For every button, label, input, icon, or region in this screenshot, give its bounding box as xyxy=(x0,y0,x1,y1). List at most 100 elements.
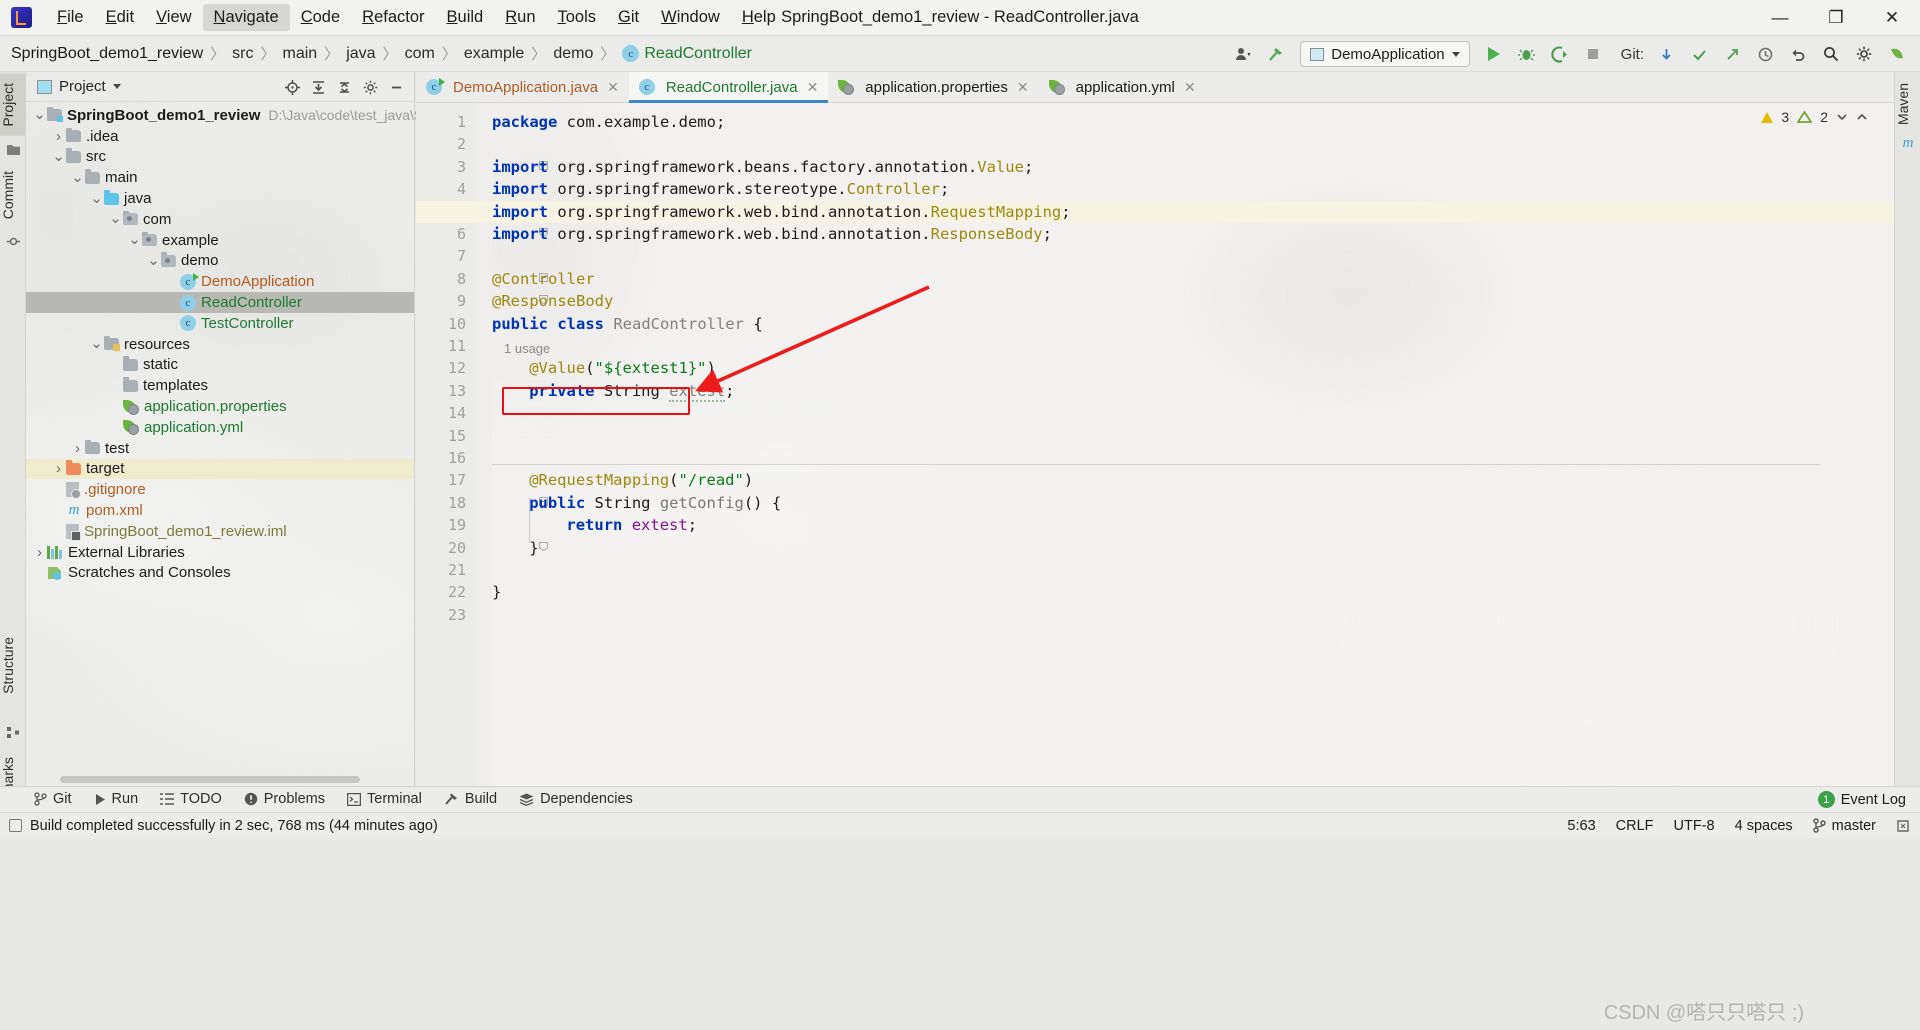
menu-item-run[interactable]: Run xyxy=(494,4,546,31)
breadcrumb-item-src[interactable]: src xyxy=(232,45,253,63)
code-line-5[interactable]: import org.springframework.web.bind.anno… xyxy=(492,201,1071,223)
tool-window-button-problems[interactable]: Problems xyxy=(244,791,325,807)
chevron-right-icon[interactable]: › xyxy=(51,461,66,476)
git-branch-widget[interactable]: master xyxy=(1812,818,1876,834)
breadcrumb-item-main[interactable]: main xyxy=(282,45,317,63)
tool-window-bar[interactable]: Git Run TODO Problems Terminal Build Dependenc… xyxy=(26,786,1920,812)
run-configuration-selector[interactable]: DemoApplication xyxy=(1300,41,1470,67)
git-push-icon[interactable] xyxy=(1717,40,1747,68)
tool-window-button-run[interactable]: Run xyxy=(94,791,138,807)
menu-item-file[interactable]: File xyxy=(46,4,95,31)
chevron-down-icon[interactable] xyxy=(1836,111,1848,123)
gear-icon[interactable] xyxy=(358,75,382,99)
tree-item-pom-xml[interactable]: m pom.xml xyxy=(26,500,414,521)
menu-item-window[interactable]: Window xyxy=(650,4,731,31)
tool-window-button-dependencies[interactable]: Dependencies xyxy=(519,791,633,807)
chevron-down-icon[interactable]: ⌄ xyxy=(32,107,47,122)
file-encoding[interactable]: UTF-8 xyxy=(1674,818,1715,834)
tool-window-button-build[interactable]: Build xyxy=(444,791,497,807)
breadcrumb-item-com[interactable]: com xyxy=(405,45,435,63)
expand-all-icon[interactable] xyxy=(306,75,330,99)
code-line-13[interactable]: private String extest; xyxy=(492,380,735,402)
tree-item-resources[interactable]: ⌄ resources xyxy=(26,334,414,355)
menu-item-git[interactable]: Git xyxy=(607,4,650,31)
locate-icon[interactable] xyxy=(280,75,304,99)
run-icon[interactable] xyxy=(1479,40,1509,68)
code-line-6[interactable]: import org.springframework.web.bind.anno… xyxy=(492,223,1052,245)
tree-item-readcontroller[interactable]: c ReadController xyxy=(26,292,414,313)
editor-tab-application-yml[interactable]: application.yml ✕ xyxy=(1039,72,1206,102)
menu-item-tools[interactable]: Tools xyxy=(547,4,608,31)
menu-item-view[interactable]: View xyxy=(145,4,202,31)
chevron-down-icon[interactable]: ⌄ xyxy=(89,336,104,351)
menu-item-refactor[interactable]: Refactor xyxy=(351,4,435,31)
tree-item-com[interactable]: ⌄ com xyxy=(26,209,414,230)
code-line-1[interactable]: package com.example.demo; xyxy=(492,111,725,133)
breadcrumb-item-readcontroller[interactable]: c ReadController xyxy=(622,45,752,63)
editor-tab-application-properties[interactable]: application.properties ✕ xyxy=(828,72,1038,102)
sidebar-item-commit[interactable]: Commit xyxy=(0,162,26,228)
code-line-4[interactable]: import org.springframework.stereotype.Co… xyxy=(492,178,949,200)
tree-item-demo[interactable]: ⌄ demo xyxy=(26,251,414,272)
tree-item-springboot-demo1-review[interactable]: ⌄ SpringBoot_demo1_review D:\Java\code\tes… xyxy=(26,105,472,126)
tree-item-scratches-and-consoles[interactable]: Scratches and Consoles xyxy=(26,563,414,584)
tree-item-test[interactable]: › test xyxy=(26,438,414,459)
git-update-icon[interactable] xyxy=(1651,40,1681,68)
git-commit-icon[interactable] xyxy=(1684,40,1714,68)
tree-item-target[interactable]: › target xyxy=(26,458,414,480)
menu-item-build[interactable]: Build xyxy=(436,4,495,31)
breadcrumb[interactable]: SpringBoot_demo1_review 〉 src 〉 main 〉 java 〉 co… xyxy=(0,43,752,64)
status-message-area[interactable]: Build completed successfully in 2 sec, 7… xyxy=(0,818,438,834)
project-panel-actions[interactable] xyxy=(280,72,408,102)
close-tab-icon[interactable]: ✕ xyxy=(1184,79,1196,96)
code-line-8[interactable]: @Controller xyxy=(492,268,595,290)
maximize-button[interactable]: ❐ xyxy=(1808,0,1864,36)
tree-item-testcontroller[interactable]: c TestController xyxy=(26,313,414,334)
tree-item-templates[interactable]: templates xyxy=(26,375,414,396)
caret-position[interactable]: 5:63 xyxy=(1567,818,1595,834)
menu-item-navigate[interactable]: Navigate xyxy=(202,4,290,31)
chevron-down-icon[interactable] xyxy=(112,84,121,89)
code-line-17[interactable]: @RequestMapping("/read") xyxy=(492,469,753,491)
code-line-22[interactable]: } xyxy=(492,581,501,603)
tree-item--idea[interactable]: › .idea xyxy=(26,126,414,147)
settings-gear-icon[interactable] xyxy=(1849,40,1879,68)
code-editor[interactable]: 1234567891011121314151617181920212223 pa… xyxy=(416,103,1920,786)
menu-item-edit[interactable]: Edit xyxy=(95,4,145,31)
breadcrumb-item-java[interactable]: java xyxy=(346,45,375,63)
tree-item-external-libraries[interactable]: › External Libraries xyxy=(26,542,414,563)
close-tab-icon[interactable]: ✕ xyxy=(807,79,819,96)
close-tab-icon[interactable]: ✕ xyxy=(1017,79,1029,96)
project-horizontal-scrollbar[interactable] xyxy=(60,776,360,783)
tree-item-static[interactable]: static xyxy=(26,355,414,376)
chevron-down-icon[interactable]: ⌄ xyxy=(108,211,123,226)
chevron-down-icon[interactable]: ⌄ xyxy=(127,232,142,247)
user-dropdown-icon[interactable] xyxy=(1228,40,1258,68)
chevron-down-icon[interactable]: ⌄ xyxy=(51,149,66,164)
chevron-right-icon[interactable]: › xyxy=(32,545,47,560)
editor-tab-readcontroller-java[interactable]: c ReadController.java ✕ xyxy=(628,72,829,103)
breadcrumb-item-demo[interactable]: demo xyxy=(553,45,593,63)
chevron-down-icon[interactable]: ⌄ xyxy=(89,191,104,206)
sidebar-item-maven[interactable]: Maven xyxy=(1895,74,1920,134)
code-line-12[interactable]: @Value("${extest1}") xyxy=(492,357,716,379)
undo-icon[interactable] xyxy=(1783,40,1813,68)
fold-marker-icon[interactable] xyxy=(538,541,549,553)
breadcrumb-item-springboot-demo1-review[interactable]: SpringBoot_demo1_review xyxy=(11,45,203,63)
left-tool-strip[interactable]: Project Commit Structure Bookmarks xyxy=(0,72,26,827)
tree-item-application-properties[interactable]: application.properties xyxy=(26,396,414,417)
build-hammer-icon[interactable] xyxy=(1261,40,1291,68)
tool-window-button-git[interactable]: Git xyxy=(34,791,72,807)
search-icon[interactable] xyxy=(1816,40,1846,68)
debug-icon[interactable] xyxy=(1512,40,1542,68)
chevron-right-icon[interactable]: › xyxy=(51,129,66,144)
editor-tab-bar[interactable]: c DemoApplication.java ✕ c ReadController.ja… xyxy=(416,72,1920,103)
tree-item-springboot-demo1-review-iml[interactable]: SpringBoot_demo1_review.iml xyxy=(26,521,414,542)
event-log-widget[interactable]: 1 Event Log xyxy=(1817,791,1906,808)
window-controls[interactable]: — ❐ ✕ xyxy=(1752,0,1920,36)
tree-item--gitignore[interactable]: .gitignore xyxy=(26,479,414,500)
code-line-18[interactable]: public String getConfig() { xyxy=(492,492,781,514)
project-tree[interactable]: ⌄ SpringBoot_demo1_review D:\Java\code\tes… xyxy=(26,102,472,584)
indent-setting[interactable]: 4 spaces xyxy=(1735,818,1793,834)
code-line-3[interactable]: import org.springframework.beans.factory… xyxy=(492,156,1033,178)
